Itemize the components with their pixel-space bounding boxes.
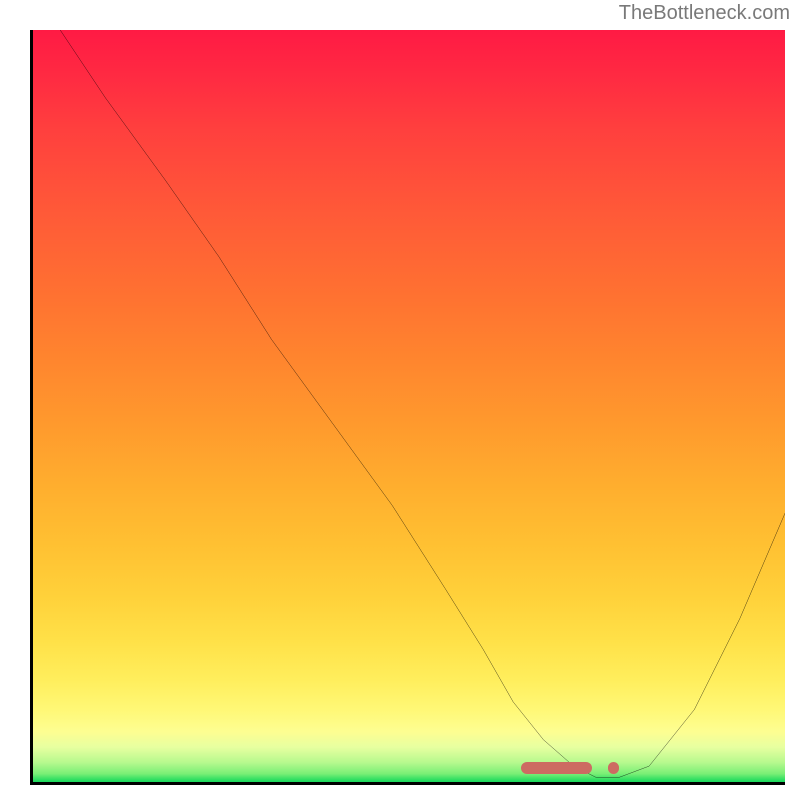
chart-plot-area [30,30,785,785]
bottleneck-curve-line [30,30,785,785]
watermark-text: TheBottleneck.com [619,2,790,25]
